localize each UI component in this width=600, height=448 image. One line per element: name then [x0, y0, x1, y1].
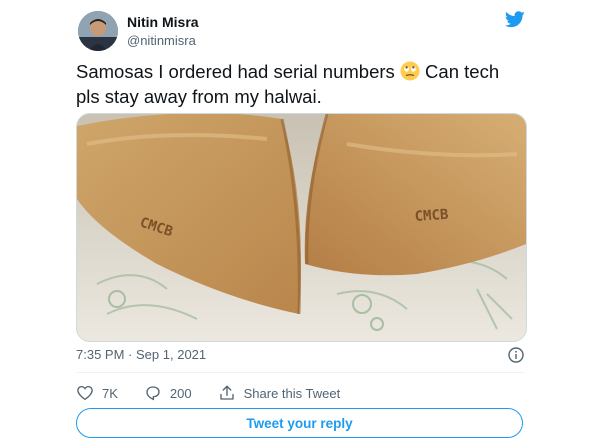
- like-count: 7K: [102, 385, 118, 401]
- tweet-date: Sep 1, 2021: [136, 347, 207, 362]
- timestamp-separator: ·: [128, 347, 133, 362]
- author-avatar[interactable]: [78, 11, 118, 51]
- share-action[interactable]: Share this Tweet: [218, 384, 341, 402]
- tweet-your-reply-button[interactable]: Tweet your reply: [76, 408, 523, 438]
- samosa-photo-illustration: CMCB CMCB: [77, 114, 526, 341]
- tweet-photo[interactable]: CMCB CMCB: [76, 113, 527, 342]
- embossed-serial-right: CMCB: [414, 207, 449, 225]
- tweet-card: Nitin Misra @nitinmisra Samosas I ordere…: [58, 0, 538, 448]
- rolling-eyes-emoji-icon: [400, 61, 420, 81]
- tweet-actions-bar: 7K 200 Share this Tweet: [76, 383, 366, 403]
- reply-action[interactable]: 200: [144, 384, 192, 402]
- author-display-name[interactable]: Nitin Misra: [127, 14, 199, 30]
- tweet-text: Samosas I ordered had serial numbers Can…: [76, 59, 526, 109]
- author-handle[interactable]: @nitinmisra: [127, 33, 196, 48]
- avatar-icon: [78, 11, 118, 51]
- like-action[interactable]: 7K: [76, 384, 118, 402]
- tweet-timestamp[interactable]: 7:35 PM · Sep 1, 2021: [76, 347, 206, 362]
- info-icon[interactable]: [508, 347, 524, 363]
- share-label: Share this Tweet: [243, 385, 341, 401]
- tweet-text-part1: Samosas I ordered had serial numbers: [76, 61, 400, 82]
- share-upload-icon: [219, 385, 234, 400]
- reply-bubble-icon: [146, 386, 160, 401]
- reply-count: 200: [169, 385, 192, 401]
- heart-icon: [77, 385, 93, 401]
- twitter-bird-icon[interactable]: [505, 11, 525, 28]
- divider: [76, 372, 525, 373]
- tweet-time: 7:35 PM: [76, 347, 125, 362]
